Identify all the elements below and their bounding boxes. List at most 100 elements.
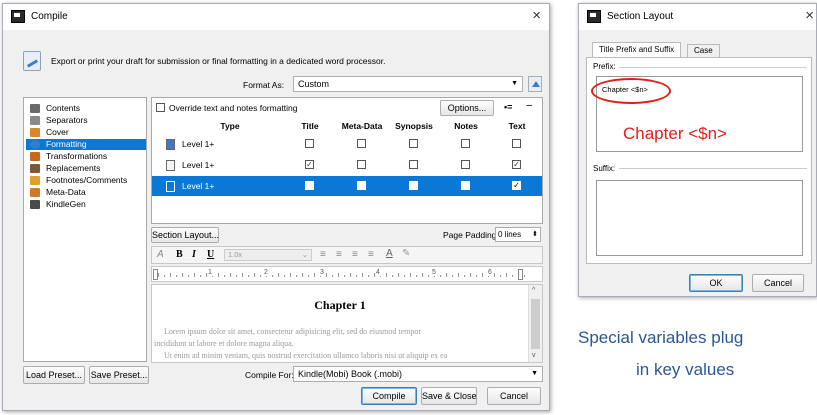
ruler-tick xyxy=(458,273,459,277)
add-level-icon[interactable]: •= xyxy=(504,102,512,112)
sidebar-item-contents[interactable]: Contents xyxy=(26,103,146,114)
italic-button[interactable]: I xyxy=(192,249,196,260)
prefix-callout-text: Chapter <$n> xyxy=(623,124,727,143)
ruler-tick xyxy=(446,273,447,277)
sidebar-item-replacements[interactable]: Replacements xyxy=(26,163,146,174)
cover-icon xyxy=(30,128,40,137)
compile-sidebar: Contents Separators Cover Formatting Transfo… xyxy=(23,97,147,362)
ruler-tick xyxy=(368,275,369,277)
tab-case[interactable]: Case xyxy=(687,44,720,57)
row-checkbox[interactable] xyxy=(461,181,470,190)
spinner-icon[interactable]: ⬍ xyxy=(532,228,538,241)
format-toolbar: A B I U 1.0x ⌄ ≡ ≡ ≡ ≡ A ✎ xyxy=(151,246,543,264)
row-checkbox[interactable] xyxy=(409,160,418,169)
column-header[interactable]: Type xyxy=(176,121,284,131)
sidebar-item-transformations[interactable]: Transformations xyxy=(26,151,146,162)
ruler-tick xyxy=(428,275,429,277)
sidebar-item-footnotes-comments[interactable]: Footnotes/Comments xyxy=(26,175,146,186)
save-preset-button[interactable]: Save Preset... xyxy=(89,366,149,384)
section-cancel-button[interactable]: Cancel xyxy=(752,274,804,292)
font-icon[interactable]: A xyxy=(157,249,164,260)
close-icon[interactable]: × xyxy=(805,7,814,24)
align-center-icon[interactable]: ≡ xyxy=(336,249,342,260)
underline-button[interactable]: U xyxy=(207,249,214,260)
caption-line-2: in key values xyxy=(636,360,735,379)
column-header[interactable]: Synopsis xyxy=(388,121,440,131)
sidebar-item-cover[interactable]: Cover xyxy=(26,127,146,138)
ruler-tick xyxy=(350,273,351,277)
tab-title-prefix-suffix[interactable]: Title Prefix and Suffix xyxy=(592,42,682,57)
ruler-tick xyxy=(410,273,411,277)
compile-button[interactable]: Compile xyxy=(361,387,417,405)
remove-level-icon[interactable]: − xyxy=(526,100,532,112)
row-checkbox[interactable] xyxy=(409,139,418,148)
sidebar-item-formatting[interactable]: Formatting xyxy=(26,139,146,150)
ruler-tick xyxy=(452,275,453,277)
bold-button[interactable]: B xyxy=(176,249,183,260)
row-checkbox[interactable]: ✓ xyxy=(512,181,521,190)
compile-window: Compile × Export or print your draft for… xyxy=(2,3,550,411)
right-margin-marker-icon[interactable] xyxy=(518,269,523,280)
suffix-textarea[interactable] xyxy=(596,180,803,256)
table-row[interactable]: Level 1+ ✓ xyxy=(152,176,542,196)
row-checkbox[interactable]: ✓ xyxy=(305,160,314,169)
row-checkbox[interactable] xyxy=(409,181,418,190)
ruler-tick xyxy=(314,273,315,277)
row-checkbox[interactable] xyxy=(357,160,366,169)
save-close-button[interactable]: Save & Close xyxy=(421,387,477,405)
scroll-thumb[interactable] xyxy=(531,299,540,349)
indent-marker-icon[interactable] xyxy=(153,269,158,280)
ruler-tick xyxy=(278,273,279,277)
cancel-button[interactable]: Cancel xyxy=(487,387,541,405)
sidebar-item-kindlegen[interactable]: KindleGen xyxy=(26,199,146,210)
override-checkbox[interactable] xyxy=(156,103,165,112)
tab-panel: Prefix: Chapter <$n> Chapter <$n> Suffix… xyxy=(586,57,812,264)
text-color-icon[interactable]: A xyxy=(386,248,393,259)
sidebar-item-label: Contents xyxy=(46,103,81,113)
section-layout-button[interactable]: Section Layout... xyxy=(151,227,219,243)
row-checkbox[interactable] xyxy=(461,160,470,169)
ok-button[interactable]: OK xyxy=(689,274,743,292)
options-button[interactable]: Options... xyxy=(440,100,494,116)
ruler-tick xyxy=(302,273,303,277)
ruler-tick xyxy=(356,275,357,277)
ruler-tick xyxy=(254,273,255,277)
column-header[interactable]: Notes xyxy=(440,121,492,131)
sidebar-item-separators[interactable]: Separators xyxy=(26,115,146,126)
row-checkbox[interactable] xyxy=(357,181,366,190)
preview-editor: Chapter 1 Lorem ipsum dolor sit amet, co… xyxy=(151,284,543,363)
preset-menu-icon[interactable] xyxy=(528,76,542,92)
preview-scrollbar[interactable]: ^ v xyxy=(528,285,542,362)
column-header[interactable]: Text xyxy=(492,121,542,131)
justify-icon[interactable]: ≡ xyxy=(368,249,374,260)
compile-for-select[interactable]: Kindle(Mobi) Book (.mobi) ▼ xyxy=(293,366,543,382)
load-preset-button[interactable]: Load Preset... xyxy=(23,366,85,384)
format-as-select[interactable]: Custom ▼ xyxy=(293,76,523,92)
row-checkbox[interactable] xyxy=(305,139,314,148)
scroll-down-icon[interactable]: v xyxy=(532,352,536,359)
table-row[interactable]: Level 1+ xyxy=(152,134,542,154)
row-checkbox[interactable] xyxy=(512,139,521,148)
row-checkbox[interactable] xyxy=(461,139,470,148)
ruler-tick xyxy=(398,273,399,277)
page-padding-input[interactable]: 0 lines ⬍ xyxy=(495,227,541,242)
row-checkbox[interactable] xyxy=(305,181,314,190)
close-icon[interactable]: × xyxy=(532,7,541,24)
row-checkbox[interactable] xyxy=(357,139,366,148)
ruler-tick xyxy=(194,273,195,277)
scroll-up-icon[interactable]: ^ xyxy=(532,287,535,294)
table-row[interactable]: Level 1+ ✓ ✓ xyxy=(152,155,542,175)
zoom-select[interactable]: 1.0x ⌄ xyxy=(224,249,312,261)
highlight-icon[interactable]: ✎ xyxy=(402,248,410,259)
column-header[interactable]: Meta-Data xyxy=(336,121,388,131)
row-checkbox[interactable]: ✓ xyxy=(512,160,521,169)
ruler-tick xyxy=(506,273,507,277)
ruler-tick xyxy=(386,273,387,277)
align-right-icon[interactable]: ≡ xyxy=(352,249,358,260)
page-padding-label: Page Padding: xyxy=(443,230,499,240)
column-header[interactable]: Title xyxy=(284,121,336,131)
ruler-number: 2 xyxy=(263,269,269,276)
align-left-icon[interactable]: ≡ xyxy=(320,249,326,260)
suffix-label: Suffix: xyxy=(593,164,616,173)
sidebar-item-meta-data[interactable]: Meta-Data xyxy=(26,187,146,198)
